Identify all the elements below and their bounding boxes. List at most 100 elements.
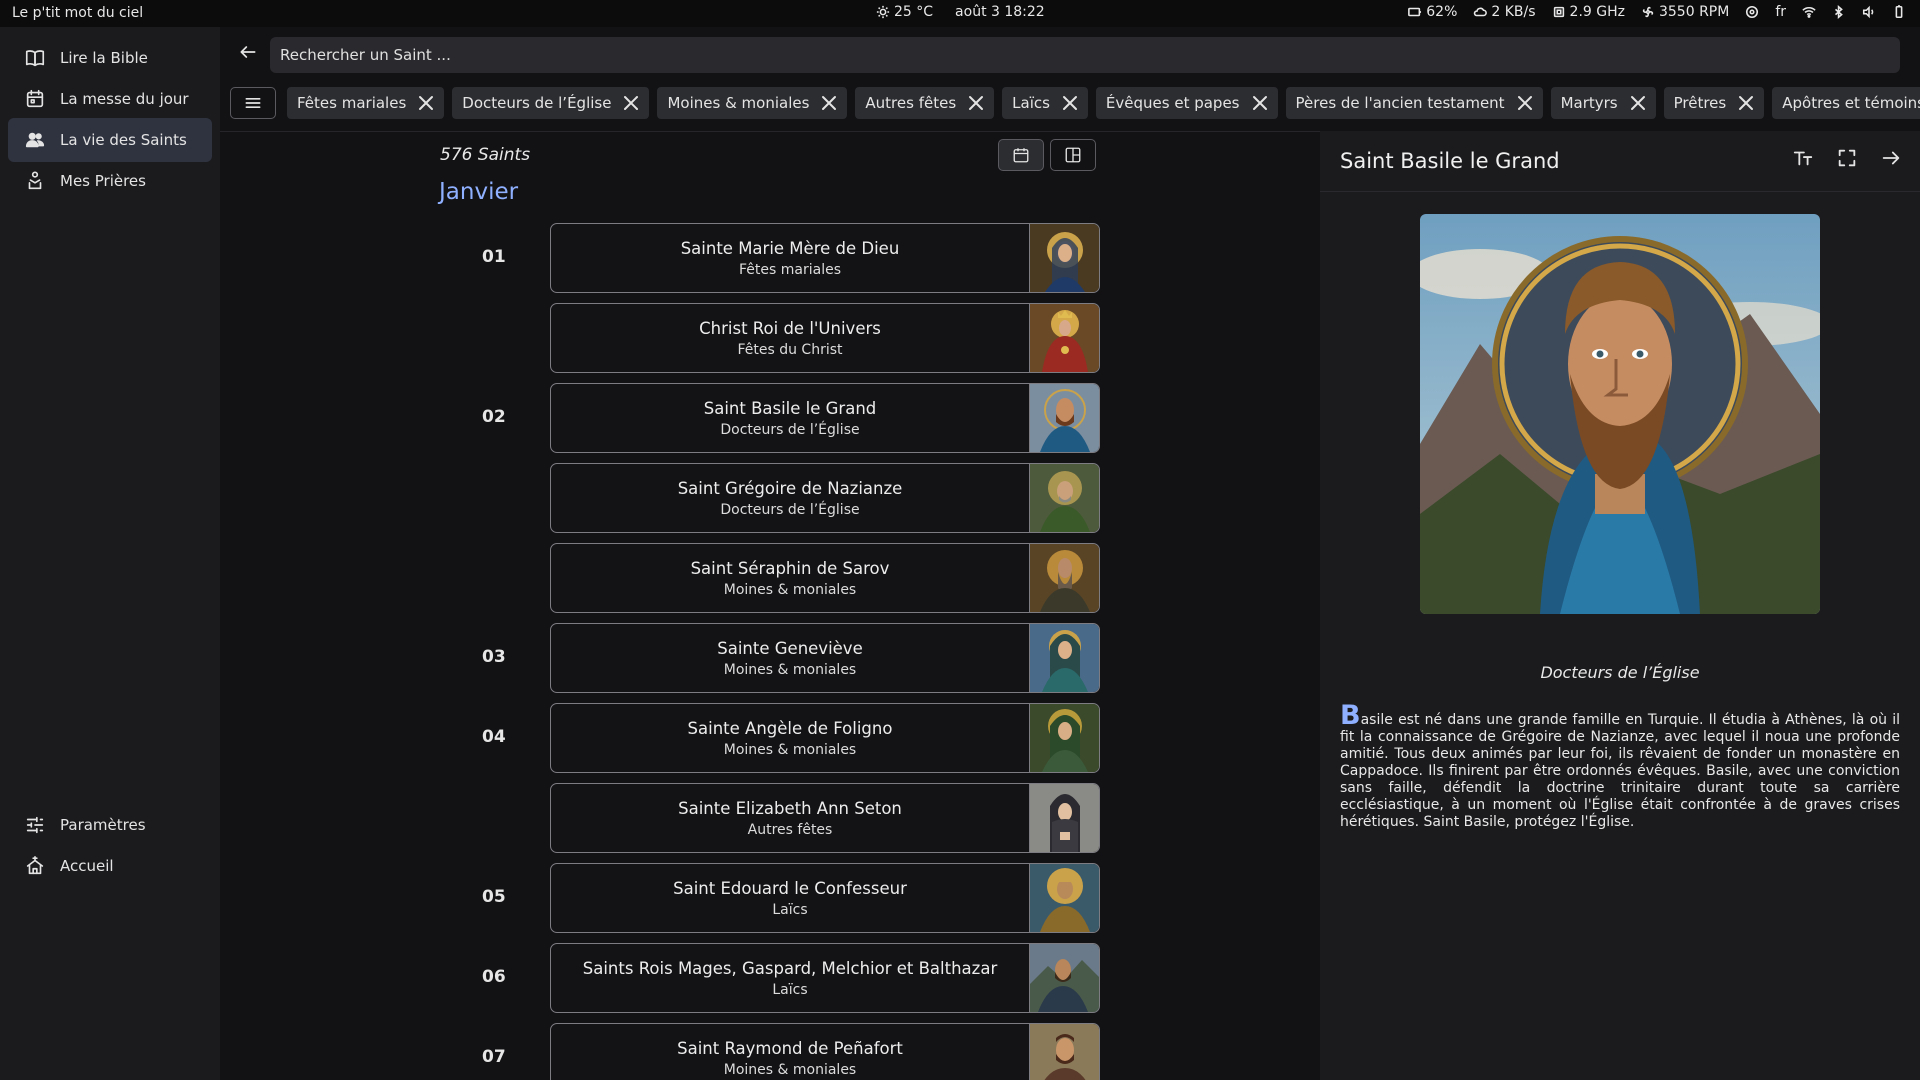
detail-toolbar	[1792, 147, 1902, 169]
battery-indicator[interactable]: 62%	[1408, 4, 1457, 20]
sidebar-item-prieres[interactable]: Mes Prières	[8, 159, 212, 203]
chip-label: Docteurs de l’Église	[462, 94, 612, 112]
cpu-text: 2.9 GHz	[1569, 4, 1625, 20]
saint-category: Docteurs de l’Église	[720, 421, 860, 438]
saint-card[interactable]: Sainte Elizabeth Ann Seton Autres fêtes	[550, 783, 1100, 853]
chip-label: Évêques et papes	[1105, 94, 1240, 112]
sidebar-item-messe[interactable]: La messe du jour	[8, 77, 212, 121]
saint-card[interactable]: Sainte Marie Mère de Dieu Fêtes mariales	[550, 223, 1100, 293]
sidebar-item-label: Paramètres	[60, 816, 146, 834]
saint-card[interactable]: Saint Edouard le Confesseur Laïcs	[550, 863, 1100, 933]
filter-chip[interactable]: Moines & moniales	[657, 87, 848, 119]
saint-card[interactable]: Saint Basile le Grand Docteurs de l’Églis…	[550, 383, 1100, 453]
top-bar: Rechercher un Saint ...	[220, 27, 1920, 77]
saint-thumbnail	[1029, 944, 1099, 1012]
filter-chip[interactable]: Évêques et papes	[1095, 87, 1278, 119]
day-label: 07	[482, 1047, 506, 1067]
saint-name: Saint Séraphin de Sarov	[690, 558, 890, 578]
wifi-icon[interactable]	[1802, 5, 1816, 19]
saint-thumbnail	[1029, 624, 1099, 692]
close-icon[interactable]	[1738, 95, 1754, 111]
sidebar-item-parametres[interactable]: Paramètres	[8, 803, 212, 847]
accessibility-icon[interactable]	[1745, 5, 1759, 19]
saint-thumbnail	[1029, 1024, 1099, 1080]
filter-chip[interactable]: Autres fêtes	[855, 87, 995, 119]
close-icon[interactable]	[1630, 95, 1646, 111]
system-tray: 62% 2 KB/s 2.9 GHz 3550 RPM fr	[1408, 4, 1906, 20]
sidebar-item-label: Lire la Bible	[60, 49, 148, 67]
network-text: 2 KB/s	[1491, 4, 1536, 20]
weather-indicator[interactable]: 25 °C	[876, 4, 933, 20]
close-icon[interactable]	[968, 95, 984, 111]
saint-category: Laïcs	[772, 981, 808, 998]
search-input[interactable]: Rechercher un Saint ...	[270, 37, 1900, 73]
close-icon[interactable]	[1252, 95, 1268, 111]
saint-card[interactable]: Saints Rois Mages, Gaspard, Melchior et …	[550, 943, 1100, 1013]
close-icon[interactable]	[418, 95, 434, 111]
grid-icon	[1065, 147, 1081, 163]
saint-biography: Basile est né dans une grande famille en…	[1340, 702, 1900, 831]
saint-category: Autres fêtes	[747, 821, 833, 838]
filter-chip[interactable]: Martyrs	[1550, 87, 1656, 119]
close-icon[interactable]	[1517, 95, 1533, 111]
back-button[interactable]	[234, 38, 262, 66]
calendar-icon	[26, 89, 44, 108]
filter-chip[interactable]: Docteurs de l’Église	[452, 87, 650, 119]
menu-icon	[245, 98, 261, 108]
fullscreen-icon[interactable]	[1836, 147, 1858, 169]
saint-card[interactable]: Sainte Angèle de Foligno Moines & moniale…	[550, 703, 1100, 773]
saint-thumbnail	[1029, 304, 1099, 372]
sidebar-item-saints[interactable]: La vie des Saints	[8, 118, 212, 162]
view-toggle	[998, 139, 1096, 171]
chip-label: Autres fêtes	[865, 94, 957, 112]
filter-chip[interactable]: Apôtres et témoins du Ch	[1772, 87, 1920, 119]
chip-label: Martyrs	[1560, 94, 1618, 112]
filter-chip[interactable]: Prêtres	[1663, 87, 1765, 119]
grid-view-button[interactable]	[1050, 139, 1096, 171]
text-size-icon[interactable]	[1792, 147, 1814, 169]
saint-card[interactable]: Saint Raymond de Peñafort Moines & monial…	[550, 1023, 1100, 1080]
cpu-indicator[interactable]: 2.9 GHz	[1552, 4, 1625, 20]
cloud-icon	[1474, 7, 1488, 17]
saint-thumbnail	[1029, 384, 1099, 452]
battery-icon[interactable]	[1892, 5, 1906, 19]
chip-label: Apôtres et témoins du Ch	[1782, 94, 1920, 112]
saint-category: Moines & moniales	[723, 661, 857, 678]
close-icon[interactable]	[623, 95, 639, 111]
network-indicator[interactable]: 2 KB/s	[1473, 4, 1536, 20]
close-icon[interactable]	[1062, 95, 1078, 111]
datetime[interactable]: août 3 18:22	[955, 4, 1045, 20]
sidebar-item-accueil[interactable]: Accueil	[8, 844, 212, 888]
saint-card[interactable]: Saint Grégoire de Nazianze Docteurs de l’…	[550, 463, 1100, 533]
chip-label: Prêtres	[1673, 94, 1727, 112]
arrow-right-icon[interactable]	[1880, 147, 1902, 169]
saint-thumbnail	[1029, 864, 1099, 932]
calendar-icon	[1013, 148, 1029, 163]
close-icon[interactable]	[821, 95, 837, 111]
filter-chip[interactable]: Fêtes mariales	[287, 87, 445, 119]
filter-chip[interactable]: Laïcs	[1002, 87, 1088, 119]
day-label: 02	[482, 407, 506, 427]
bluetooth-icon[interactable]	[1832, 5, 1846, 19]
saint-name: Saints Rois Mages, Gaspard, Melchior et …	[582, 958, 998, 978]
filter-chip[interactable]: Pères de l'ancien testament	[1285, 87, 1543, 119]
saint-category: Moines & moniales	[723, 741, 857, 758]
filter-menu-button[interactable]	[230, 87, 276, 119]
saint-name: Saint Basile le Grand	[703, 398, 877, 418]
month-heading: Janvier	[439, 179, 519, 205]
saint-thumbnail	[1029, 784, 1099, 852]
language-indicator[interactable]: fr	[1775, 4, 1786, 20]
calendar-view-button[interactable]	[998, 139, 1044, 171]
saint-card[interactable]: Saint Séraphin de Sarov Moines & moniales	[550, 543, 1100, 613]
fan-indicator[interactable]: 3550 RPM	[1641, 4, 1729, 20]
volume-icon[interactable]	[1862, 5, 1876, 19]
saint-card[interactable]: Christ Roi de l'Univers Fêtes du Christ	[550, 303, 1100, 373]
arrow-left-icon	[240, 46, 256, 58]
chip-label: Moines & moniales	[667, 94, 810, 112]
sidebar: Lire la Bible La messe du jour La vie de…	[0, 27, 220, 1080]
saint-category: Fêtes mariales	[739, 261, 841, 278]
sidebar-item-bible[interactable]: Lire la Bible	[8, 36, 212, 80]
filter-bar: Fêtes mariales Docteurs de l’Église Moin…	[220, 83, 1920, 131]
saint-card[interactable]: Sainte Geneviève Moines & moniales	[550, 623, 1100, 693]
saint-detail-panel: Saint Basile le Grand Docteurs de l’Égli…	[1320, 131, 1920, 1080]
